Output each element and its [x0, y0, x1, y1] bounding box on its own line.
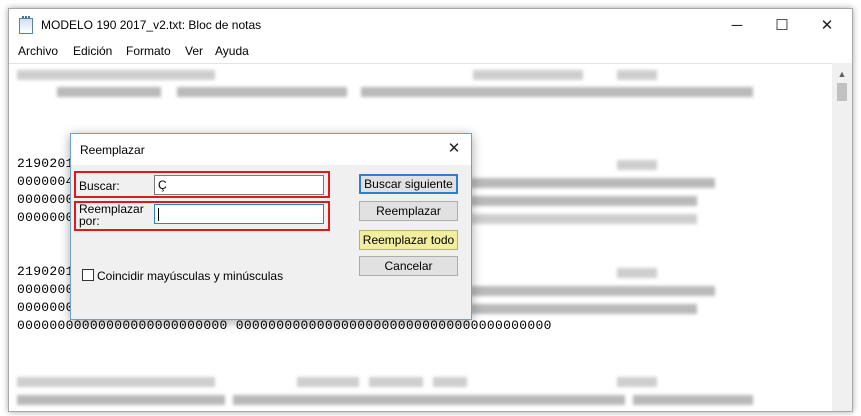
redacted-text: [433, 377, 467, 387]
redacted-text: [471, 214, 697, 224]
minimize-button[interactable]: ─: [714, 9, 760, 42]
redacted-text: [471, 304, 697, 314]
title-bar[interactable]: MODELO 190 2017_v2.txt: Bloc de notas ─ …: [9, 9, 852, 42]
replace-input[interactable]: [154, 204, 324, 224]
replace-dialog: Reemplazar ✕ Buscar: Ç Reemplazar por: B…: [70, 133, 472, 320]
redacted-text: [17, 70, 215, 80]
find-input[interactable]: Ç: [154, 175, 324, 195]
redacted-text: [471, 178, 715, 188]
match-case-checkbox[interactable]: [82, 269, 94, 281]
redacted-text: [473, 70, 583, 80]
menu-archivo[interactable]: Archivo: [18, 44, 58, 58]
editor-line: 0000000: [17, 282, 74, 297]
close-button[interactable]: ✕: [804, 9, 850, 42]
replace-label-line2: por:: [79, 214, 100, 228]
redacted-text: [633, 395, 753, 405]
editor-line: 00000000000000000000000000 0000000000000…: [17, 318, 552, 333]
redacted-text: [369, 377, 423, 387]
notepad-app-icon: [19, 16, 33, 34]
redacted-text: [57, 87, 161, 97]
editor-line: 2190201: [17, 264, 74, 279]
maximize-button[interactable]: ☐: [759, 9, 805, 42]
find-label: Buscar:: [79, 179, 120, 193]
window-title: MODELO 190 2017_v2.txt: Bloc de notas: [41, 18, 262, 32]
redacted-text: [617, 160, 657, 170]
scroll-up-arrow-icon[interactable]: ▲: [832, 67, 852, 81]
redacted-text: [233, 395, 625, 405]
redacted-text: [17, 395, 225, 405]
redacted-text: [297, 377, 359, 387]
menu-ayuda[interactable]: Ayuda: [215, 44, 249, 58]
redacted-text: [361, 87, 753, 97]
redacted-text: [177, 87, 347, 97]
menu-ver[interactable]: Ver: [185, 44, 203, 58]
menu-edicion[interactable]: Edición: [73, 44, 112, 58]
editor-line: 2190201: [17, 156, 74, 171]
redacted-text: [17, 377, 215, 387]
match-case-label[interactable]: Coincidir mayúsculas y minúsculas: [97, 269, 283, 283]
editor-line: 0000004: [17, 174, 74, 189]
redacted-text: [471, 286, 715, 296]
dialog-title-bar[interactable]: Reemplazar ✕: [71, 134, 471, 165]
scroll-thumb[interactable]: [837, 83, 847, 101]
replace-all-button[interactable]: Reemplazar todo: [359, 230, 458, 250]
cancel-button[interactable]: Cancelar: [359, 256, 458, 276]
text-caret: [158, 208, 159, 222]
replace-button[interactable]: Reemplazar: [359, 201, 458, 221]
redacted-text: [617, 70, 657, 80]
vertical-scrollbar[interactable]: ▲: [832, 63, 852, 411]
editor-line: 0000000: [17, 192, 74, 207]
dialog-title: Reemplazar: [80, 143, 145, 157]
redacted-text: [617, 268, 657, 278]
dialog-close-icon[interactable]: ✕: [443, 138, 465, 160]
find-next-button[interactable]: Buscar siguiente: [359, 174, 458, 194]
redacted-text: [471, 196, 697, 206]
editor-line: 0000000: [17, 300, 74, 315]
menu-bar: Archivo Edición Formato Ver Ayuda: [9, 42, 852, 63]
redacted-text: [617, 377, 657, 387]
editor-line: 0000000: [17, 210, 74, 225]
menu-formato[interactable]: Formato: [126, 44, 171, 58]
